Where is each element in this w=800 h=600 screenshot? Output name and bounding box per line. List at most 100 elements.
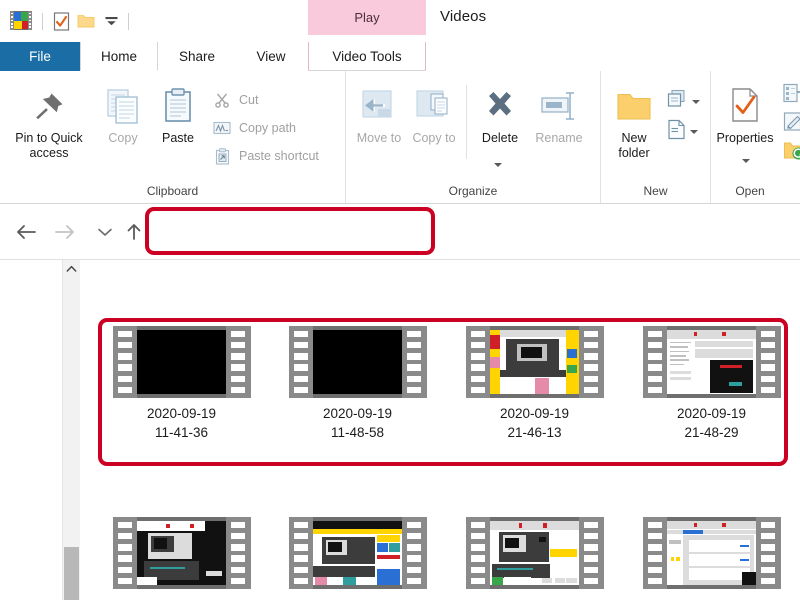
paste-button-label: Paste bbox=[162, 131, 194, 146]
tab-home[interactable]: Home bbox=[80, 42, 158, 71]
new-folder-icon bbox=[615, 83, 653, 129]
file-item[interactable] bbox=[280, 517, 435, 589]
copy-to-label-1: Copy to bbox=[412, 131, 455, 146]
rename-button-label: Rename bbox=[535, 131, 582, 146]
window-app-icon bbox=[10, 11, 32, 31]
move-to-button[interactable]: Move to bbox=[354, 83, 404, 146]
recent-locations-button[interactable] bbox=[91, 218, 119, 246]
new-item-icon bbox=[667, 89, 688, 114]
clipboard-icon bbox=[162, 83, 194, 129]
history-button[interactable] bbox=[783, 140, 800, 166]
file-list-pane: 2020-09-19 11-41-36 2020-09-19 11-48-58 bbox=[0, 259, 800, 600]
qat-customize-dropdown-icon[interactable] bbox=[102, 10, 120, 32]
properties-button[interactable]: Properties bbox=[711, 83, 779, 146]
pin-to-quick-access-button[interactable]: Pin to Quick access bbox=[6, 83, 92, 161]
file-item[interactable]: 2020-09-19 21-46-13 bbox=[457, 326, 612, 442]
file-thumbnail bbox=[466, 326, 604, 398]
scroll-up-button[interactable] bbox=[63, 260, 80, 278]
file-name-line2: 21-48-29 bbox=[677, 423, 746, 442]
ribbon-group-open-label: Open bbox=[705, 184, 795, 198]
back-button[interactable] bbox=[12, 218, 40, 246]
file-item[interactable]: 2020-09-19 21-48-29 bbox=[634, 326, 789, 442]
forward-button[interactable] bbox=[51, 218, 79, 246]
cut-button[interactable]: Cut bbox=[212, 91, 258, 109]
file-name-line2: 11-41-36 bbox=[147, 423, 216, 442]
file-list-scrollbar[interactable] bbox=[63, 260, 80, 600]
delete-button[interactable]: Delete bbox=[474, 83, 526, 146]
cut-button-label: Cut bbox=[239, 93, 258, 107]
copy-to-icon bbox=[414, 83, 454, 129]
easy-access-button[interactable] bbox=[667, 119, 698, 145]
tab-video-tools-label: Video Tools bbox=[332, 49, 401, 64]
navigation-pane bbox=[0, 260, 63, 600]
tab-file[interactable]: File bbox=[0, 42, 80, 71]
file-thumbnail bbox=[643, 517, 781, 589]
easy-access-caret-icon[interactable] bbox=[690, 130, 698, 134]
edit-button[interactable] bbox=[783, 111, 800, 137]
quick-access-toolbar bbox=[10, 7, 137, 35]
file-explorer-window: Play Videos File Home Share View Video T… bbox=[0, 0, 800, 600]
properties-checkmark-icon bbox=[729, 83, 761, 129]
copy-path-icon bbox=[212, 119, 232, 137]
properties-button-label: Properties bbox=[717, 131, 774, 146]
file-thumbnail bbox=[113, 517, 251, 589]
paste-shortcut-button-label: Paste shortcut bbox=[239, 149, 319, 163]
file-item[interactable] bbox=[634, 517, 789, 589]
paste-button[interactable]: Paste bbox=[152, 83, 204, 146]
copy-path-button[interactable]: Copy path bbox=[212, 119, 296, 137]
copy-path-button-label: Copy path bbox=[239, 121, 296, 135]
copy-button[interactable]: Copy bbox=[98, 83, 148, 146]
rename-button[interactable]: Rename bbox=[528, 83, 590, 146]
delete-button-label: Delete bbox=[482, 131, 518, 146]
tab-video-tools[interactable]: Video Tools bbox=[308, 42, 426, 71]
delete-button-caret[interactable] bbox=[494, 163, 502, 167]
new-folder-button[interactable]: New folder bbox=[605, 83, 663, 161]
file-item[interactable]: 2020-09-19 11-41-36 bbox=[104, 326, 259, 442]
file-item[interactable] bbox=[457, 517, 612, 589]
copy-button-label: Copy bbox=[108, 131, 137, 146]
ribbon-group-organize-label: Organize bbox=[346, 184, 600, 198]
contextual-tab-play-header[interactable]: Play bbox=[308, 0, 426, 35]
tab-file-label: File bbox=[29, 49, 51, 64]
scrollbar-thumb[interactable] bbox=[64, 547, 79, 600]
rename-icon bbox=[539, 83, 579, 129]
title-bar: Play Videos bbox=[0, 0, 800, 42]
tab-share[interactable]: Share bbox=[158, 42, 236, 71]
address-bar-row: C:\Users\thanh\Videos Search Videos bbox=[0, 204, 800, 259]
scissors-icon bbox=[212, 91, 232, 109]
ribbon-group-clipboard-label: Clipboard bbox=[0, 184, 345, 198]
tab-home-label: Home bbox=[101, 49, 137, 64]
ribbon-group-open: Properties bbox=[710, 71, 800, 203]
file-item[interactable] bbox=[104, 517, 259, 589]
copy-to-button[interactable]: Copy to bbox=[409, 83, 459, 146]
properties-button-caret[interactable] bbox=[742, 159, 750, 163]
ribbon-group-organize: Move to Copy to bbox=[345, 71, 600, 203]
file-thumbnail bbox=[643, 326, 781, 398]
file-thumbnail bbox=[113, 326, 251, 398]
new-folder-label-1: New folder bbox=[605, 131, 663, 161]
new-item-caret-icon[interactable] bbox=[692, 100, 700, 104]
move-to-icon bbox=[359, 83, 399, 129]
file-item[interactable]: 2020-09-19 11-48-58 bbox=[280, 326, 435, 442]
paste-shortcut-button[interactable]: Paste shortcut bbox=[212, 147, 319, 165]
ribbon-group-clipboard: Pin to Quick access bbox=[0, 71, 345, 203]
file-name-line1: 2020-09-19 bbox=[500, 404, 569, 423]
file-name-line2: 21-46-13 bbox=[500, 423, 569, 442]
up-button[interactable] bbox=[120, 218, 148, 246]
new-item-button[interactable] bbox=[667, 89, 700, 114]
file-name-line2: 11-48-58 bbox=[323, 423, 392, 442]
delete-x-icon bbox=[482, 83, 518, 129]
file-thumbnail bbox=[289, 326, 427, 398]
easy-access-icon bbox=[667, 119, 686, 145]
qat-separator-2 bbox=[128, 13, 129, 30]
tab-share-label: Share bbox=[179, 49, 215, 64]
paste-shortcut-icon bbox=[212, 147, 232, 165]
tab-view[interactable]: View bbox=[236, 42, 306, 71]
ribbon-group-new-label: New bbox=[601, 184, 710, 198]
window-title: Videos bbox=[440, 8, 486, 25]
qat-new-folder-icon[interactable] bbox=[76, 10, 96, 32]
qat-properties-icon[interactable] bbox=[51, 10, 71, 32]
open-button[interactable] bbox=[783, 83, 800, 108]
pin-icon bbox=[30, 83, 68, 129]
ribbon-group-new: New folder bbox=[600, 71, 710, 203]
